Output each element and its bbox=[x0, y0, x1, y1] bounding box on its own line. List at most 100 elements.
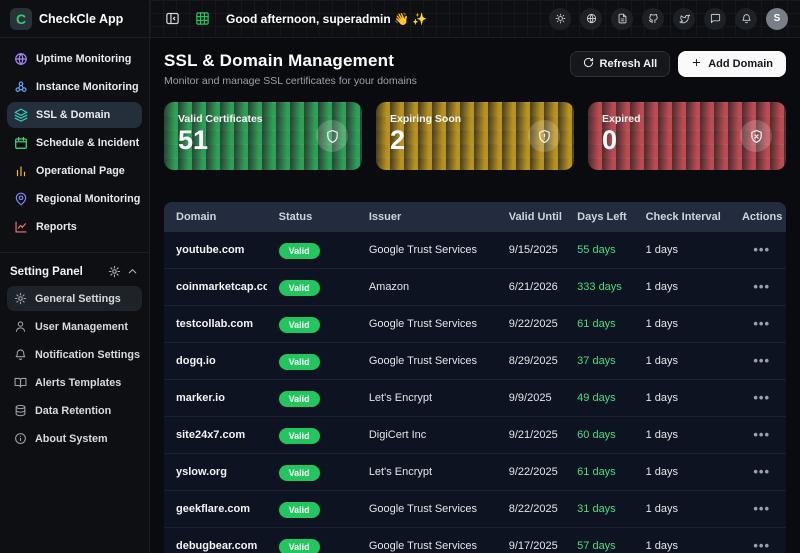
table-row: yslow.orgValidLet's Encrypt9/22/202561 d… bbox=[164, 454, 786, 491]
table-row: geekflare.comValidGoogle Trust Services8… bbox=[164, 491, 786, 528]
sidebar: C CheckCle App Uptime Monitoring Instance… bbox=[0, 0, 150, 553]
days-left-cell: 31 days bbox=[565, 503, 633, 515]
row-actions-menu-button[interactable]: ••• bbox=[753, 242, 770, 257]
table-row: coinmarketcap.comValidAmazon6/21/2026333… bbox=[164, 269, 786, 306]
days-left-cell: 49 days bbox=[565, 392, 633, 404]
sidebar-item-label: SSL & Domain bbox=[36, 109, 110, 121]
row-actions-menu-button[interactable]: ••• bbox=[753, 427, 770, 442]
setting-item-alerts-templates[interactable]: Alerts Templates bbox=[7, 370, 142, 395]
status-cell: Valid bbox=[267, 241, 357, 259]
user-icon bbox=[14, 320, 27, 333]
setting-item-about-system[interactable]: About System bbox=[7, 426, 142, 451]
bell-icon bbox=[14, 348, 27, 361]
sidebar-nav: Uptime Monitoring Instance Monitoring SSL … bbox=[0, 38, 149, 246]
sidebar-item-uptime-monitoring[interactable]: Uptime Monitoring bbox=[7, 46, 142, 72]
status-badge: Valid bbox=[279, 280, 320, 296]
sidebar-item-label: Schedule & Incident bbox=[36, 137, 139, 149]
add-domain-label: Add Domain bbox=[708, 58, 773, 70]
status-badge: Valid bbox=[279, 428, 320, 444]
column-header-actions: Actions bbox=[730, 211, 786, 223]
valid-until-cell: 9/22/2025 bbox=[497, 466, 565, 478]
sidebar-item-ssl-domain[interactable]: SSL & Domain bbox=[7, 102, 142, 128]
status-badge: Valid bbox=[279, 317, 320, 333]
stat-cards: Valid Certificates51Expiring Soon2Expire… bbox=[164, 102, 786, 170]
app-root: C CheckCle App Uptime Monitoring Instance… bbox=[0, 0, 800, 553]
row-actions-menu-button[interactable]: ••• bbox=[753, 390, 770, 405]
days-left-cell: 55 days bbox=[565, 244, 633, 256]
sun-icon-button[interactable] bbox=[549, 8, 571, 30]
sidebar-item-operational-page[interactable]: Operational Page bbox=[7, 158, 142, 184]
table-body: youtube.comValidGoogle Trust Services9/1… bbox=[164, 232, 786, 553]
add-domain-button[interactable]: Add Domain bbox=[678, 51, 786, 77]
layers-icon bbox=[14, 108, 28, 122]
setting-item-data-retention[interactable]: Data Retention bbox=[7, 398, 142, 423]
twitter-icon-button[interactable] bbox=[673, 8, 695, 30]
status-badge: Valid bbox=[279, 502, 320, 518]
status-cell: Valid bbox=[267, 463, 357, 481]
stat-card-expiring-soon: Expiring Soon2 bbox=[376, 102, 574, 170]
row-actions-menu-button[interactable]: ••• bbox=[753, 464, 770, 479]
setting-item-general-settings[interactable]: General Settings bbox=[7, 286, 142, 311]
row-actions-menu-button[interactable]: ••• bbox=[753, 316, 770, 331]
setting-item-notification-settings[interactable]: Notification Settings bbox=[7, 342, 142, 367]
ssl-table: DomainStatusIssuerValid UntilDays LeftCh… bbox=[164, 202, 786, 553]
issuer-cell: Google Trust Services bbox=[357, 244, 497, 256]
sidebar-item-regional-monitoring[interactable]: Regional Monitoring bbox=[7, 186, 142, 212]
row-actions-menu-button[interactable]: ••• bbox=[753, 538, 770, 553]
setting-panel-header[interactable]: Setting Panel bbox=[0, 253, 149, 286]
check-interval-cell: 1 days bbox=[634, 503, 730, 515]
issuer-cell: DigiCert Inc bbox=[357, 429, 497, 441]
map-pin-icon bbox=[14, 192, 28, 206]
refresh-all-button[interactable]: Refresh All bbox=[570, 51, 671, 77]
setting-item-user-management[interactable]: User Management bbox=[7, 314, 142, 339]
main-content: SSL & Domain Management Monitor and mana… bbox=[150, 38, 800, 553]
github-icon-button[interactable] bbox=[642, 8, 664, 30]
app-logo-row: C CheckCle App bbox=[0, 0, 149, 38]
page-subtitle: Monitor and manage SSL certificates for … bbox=[164, 75, 417, 87]
setting-item-label: Alerts Templates bbox=[35, 377, 121, 389]
grid-icon[interactable] bbox=[192, 9, 212, 29]
panel-left-icon[interactable] bbox=[162, 9, 182, 29]
check-interval-cell: 1 days bbox=[634, 429, 730, 441]
row-actions-menu-button[interactable]: ••• bbox=[753, 501, 770, 516]
message-icon-button[interactable] bbox=[704, 8, 726, 30]
domain-cell: yslow.org bbox=[164, 466, 267, 478]
sidebar-item-label: Reports bbox=[36, 221, 77, 233]
file-text-icon-button[interactable] bbox=[611, 8, 633, 30]
sidebar-item-reports[interactable]: Reports bbox=[7, 214, 142, 240]
avatar[interactable]: S bbox=[766, 8, 788, 30]
days-left-cell: 61 days bbox=[565, 318, 633, 330]
table-row: youtube.comValidGoogle Trust Services9/1… bbox=[164, 232, 786, 269]
setting-panel-title: Setting Panel bbox=[10, 266, 103, 278]
status-cell: Valid bbox=[267, 315, 357, 333]
valid-until-cell: 9/22/2025 bbox=[497, 318, 565, 330]
shield-alert-icon bbox=[528, 120, 560, 152]
app-logo-icon: C bbox=[10, 8, 32, 30]
sidebar-item-schedule-incident[interactable]: Schedule & Incident bbox=[7, 130, 142, 156]
status-badge: Valid bbox=[279, 391, 320, 407]
chevron-up-icon[interactable] bbox=[126, 265, 139, 278]
column-header-check-interval: Check Interval bbox=[634, 211, 730, 223]
refresh-all-label: Refresh All bbox=[600, 58, 658, 70]
status-cell: Valid bbox=[267, 537, 357, 553]
status-cell: Valid bbox=[267, 426, 357, 444]
valid-until-cell: 6/21/2026 bbox=[497, 281, 565, 293]
domain-cell: youtube.com bbox=[164, 244, 267, 256]
sidebar-item-label: Instance Monitoring bbox=[36, 81, 139, 93]
setting-item-label: About System bbox=[35, 433, 108, 445]
setting-item-label: User Management bbox=[35, 321, 128, 333]
table-row: marker.ioValidLet's Encrypt9/9/202549 da… bbox=[164, 380, 786, 417]
issuer-cell: Google Trust Services bbox=[357, 355, 497, 367]
globe-icon-button[interactable] bbox=[580, 8, 602, 30]
stat-card-valid-certificates: Valid Certificates51 bbox=[164, 102, 362, 170]
row-actions-menu-button[interactable]: ••• bbox=[753, 279, 770, 294]
gear-icon bbox=[14, 292, 27, 305]
status-cell: Valid bbox=[267, 389, 357, 407]
database-icon bbox=[14, 404, 27, 417]
row-actions-menu-button[interactable]: ••• bbox=[753, 353, 770, 368]
sidebar-item-instance-monitoring[interactable]: Instance Monitoring bbox=[7, 74, 142, 100]
table-row: testcollab.comValidGoogle Trust Services… bbox=[164, 306, 786, 343]
issuer-cell: Let's Encrypt bbox=[357, 392, 497, 404]
table-row: site24x7.comValidDigiCert Inc9/21/202560… bbox=[164, 417, 786, 454]
bell-icon-button[interactable] bbox=[735, 8, 757, 30]
